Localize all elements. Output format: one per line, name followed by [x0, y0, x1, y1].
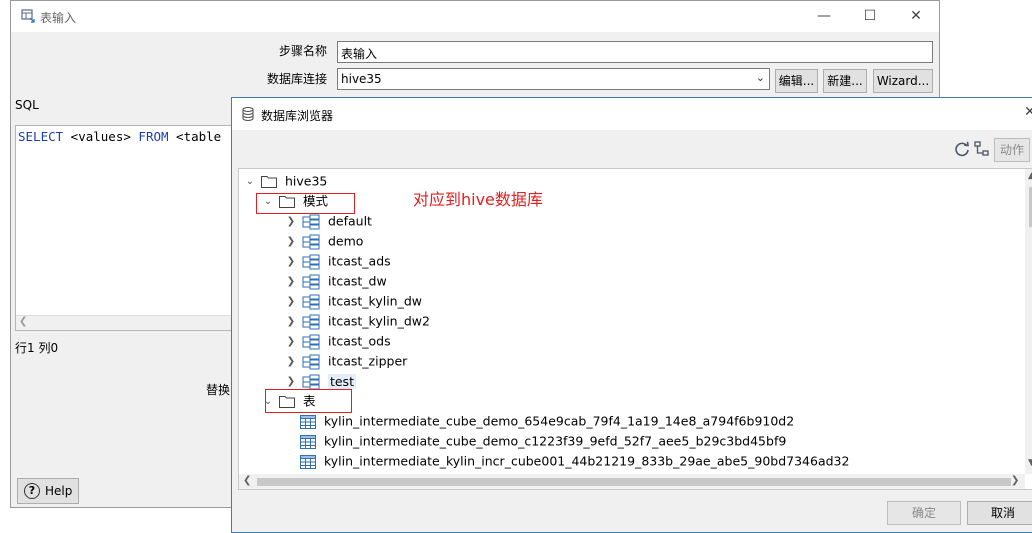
new-connection-button[interactable]: 新建... [823, 69, 867, 93]
sql-table-placeholder: <table [168, 129, 222, 144]
table-input-icon [21, 9, 35, 23]
schema-icon [302, 254, 320, 269]
schema-icon [302, 274, 320, 289]
scroll-left-icon[interactable]: ❮ [243, 475, 251, 486]
sql-text: SELECT <values> FROM <table [18, 129, 221, 144]
tree-label: itcast_zipper [327, 353, 408, 369]
edit-connection-button[interactable]: 编辑... [775, 69, 818, 93]
wizard-button[interactable]: Wizard... [873, 69, 933, 93]
schema-icon [302, 334, 320, 349]
scroll-up-icon[interactable]: ▲ [1028, 171, 1032, 181]
tree-node-schema[interactable]: ❯ itcast_ods [284, 331, 391, 351]
db-connection-label: 数据库连接 [267, 72, 328, 86]
tree-node-schema[interactable]: ❯ itcast_kylin_dw2 [284, 311, 430, 331]
tree-label: itcast_ods [327, 333, 391, 349]
sql-keyword-select: SELECT [18, 129, 64, 144]
sql-values-placeholder: <values> [63, 129, 139, 144]
tree-label: demo [327, 233, 364, 249]
chevron-right-icon[interactable]: ❯ [284, 232, 298, 252]
close-icon[interactable]: ✕ [1024, 104, 1032, 120]
table-icon [300, 434, 316, 449]
close-icon[interactable]: ✕ [893, 1, 939, 32]
schema-icon [302, 214, 320, 229]
schema-icon [302, 354, 320, 369]
chevron-down-icon[interactable]: ⌄ [243, 172, 257, 192]
folder-icon [260, 176, 277, 188]
step-name-label: 步骤名称 [279, 44, 328, 58]
tree-node-schema[interactable]: ❯ itcast_ads [284, 251, 391, 271]
ok-button[interactable]: 确定 [887, 501, 961, 525]
sql-editor[interactable]: SELECT <values> FROM <table ❮ [15, 125, 235, 331]
action-button[interactable]: 动作 [994, 138, 1030, 162]
scroll-right-icon[interactable]: ❯ [1011, 475, 1019, 486]
tree-label: itcast_kylin_dw [327, 293, 423, 309]
cancel-button[interactable]: 取消 [967, 501, 1032, 525]
cursor-position-label: 行1 列0 [15, 341, 59, 355]
sql-keyword-from: FROM [138, 129, 169, 144]
maximize-icon[interactable]: ☐ [847, 1, 893, 32]
sql-horizontal-scrollbar[interactable]: ❮ [16, 315, 234, 330]
tree-node-schema-selected[interactable]: ❯ test [284, 371, 356, 391]
replace-variables-label: 替换 [206, 383, 231, 397]
tree-label: test [327, 373, 356, 389]
tree-node-table[interactable]: kylin_intermediate_cube_demo_654e9cab_79… [300, 411, 794, 431]
browser-title: 数据库浏览器 [261, 109, 334, 123]
db-connection-value: hive35 [341, 72, 382, 86]
annotation-box-schema [256, 193, 355, 214]
chevron-right-icon[interactable]: ❯ [284, 272, 298, 292]
tree-node-schema[interactable]: ❯ itcast_kylin_dw [284, 291, 422, 311]
tree-label: kylin_intermediate_cube_demo_654e9cab_79… [323, 413, 795, 429]
annotation-box-table [265, 389, 352, 413]
expand-tree-icon[interactable] [974, 141, 990, 157]
database-icon [242, 107, 254, 121]
sql-label: SQL [15, 98, 39, 112]
browser-toolbar: 动作 [232, 130, 1032, 168]
table-icon [300, 414, 316, 429]
tree-label: default [327, 213, 372, 229]
tree-label: itcast_kylin_dw2 [327, 313, 430, 329]
chevron-right-icon[interactable]: ❯ [284, 292, 298, 312]
tree-node-schema[interactable]: ❯ itcast_zipper [284, 351, 407, 371]
schema-icon [302, 234, 320, 249]
tree-node-schema[interactable]: ❯ itcast_dw [284, 271, 387, 291]
help-label: Help [45, 484, 73, 498]
schema-icon [302, 374, 320, 389]
chevron-right-icon[interactable]: ❯ [284, 352, 298, 372]
tree-node-schema[interactable]: ❯ demo [284, 231, 363, 251]
scroll-left-icon[interactable]: ❮ [19, 316, 27, 327]
tree-label: hive35 [284, 173, 328, 189]
database-tree[interactable]: ⌄ hive35 ⌄ 模式 ❯ default ❯ demo ❯ itcast_… [238, 168, 1032, 490]
main-title-bar[interactable]: 表输入 — ☐ ✕ [11, 1, 939, 32]
chevron-right-icon[interactable]: ❯ [284, 252, 298, 272]
tree-node-table[interactable]: kylin_intermediate_cube_demo_c1223f39_9e… [300, 431, 786, 451]
schema-icon [302, 294, 320, 309]
chevron-right-icon[interactable]: ❯ [284, 312, 298, 332]
database-browser-dialog: 数据库浏览器 ✕ 动作 ⌄ hive35 ⌄ 模式 ❯ default ❯ de… [231, 97, 1032, 533]
tree-node-table[interactable]: kylin_intermediate_kylin_incr_cube001_44… [300, 451, 849, 471]
browser-title-bar[interactable]: 数据库浏览器 ✕ [232, 98, 1032, 130]
tree-horizontal-scrollbar[interactable]: ❮ ❯ [239, 474, 1025, 489]
help-icon: ? [24, 483, 40, 499]
table-icon [300, 454, 316, 469]
refresh-icon[interactable] [954, 141, 970, 157]
tree-label: itcast_dw [327, 273, 387, 289]
scroll-thumb[interactable] [257, 478, 1011, 486]
window-title: 表输入 [40, 11, 77, 25]
tree-label: itcast_ads [327, 253, 391, 269]
db-connection-select[interactable]: hive35 ⌄ [337, 68, 770, 90]
tree-label: kylin_intermediate_cube_demo_c1223f39_9e… [323, 433, 787, 449]
scroll-down-icon[interactable]: ▼ [1028, 458, 1032, 468]
step-name-input[interactable]: 表输入 [337, 41, 933, 63]
tree-label: kylin_intermediate_kylin_incr_cube001_44… [323, 453, 850, 469]
tree-vertical-scrollbar[interactable]: ▲ ▼ [1025, 169, 1032, 474]
schema-icon [302, 314, 320, 329]
annotation-text: 对应到hive数据库 [413, 190, 543, 209]
minimize-icon[interactable]: — [801, 1, 847, 32]
chevron-down-icon[interactable]: ⌄ [756, 71, 765, 84]
chevron-right-icon[interactable]: ❯ [284, 332, 298, 352]
tree-node-root[interactable]: ⌄ hive35 [243, 171, 328, 192]
tree-node-schema[interactable]: ❯ default [284, 211, 372, 231]
help-button[interactable]: ? Help [17, 478, 79, 504]
chevron-right-icon[interactable]: ❯ [284, 212, 298, 232]
